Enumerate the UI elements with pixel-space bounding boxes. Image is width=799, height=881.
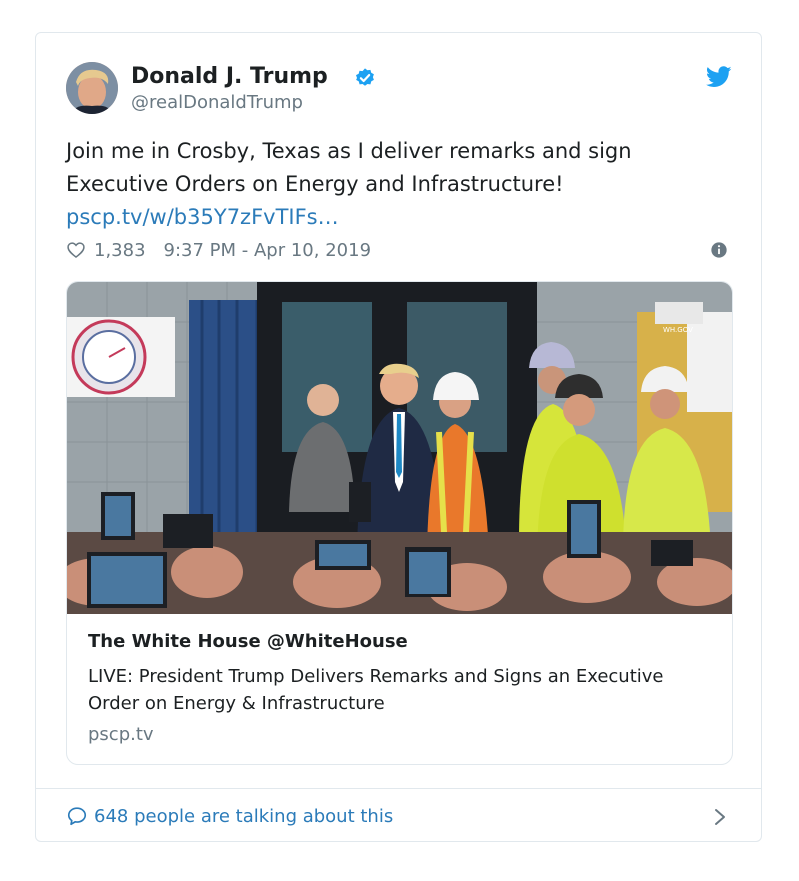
divider [36, 788, 761, 789]
conversation-link[interactable]: 648 people are talking about this [66, 803, 393, 829]
event-photo[interactable]: WH.GOV [67, 282, 732, 614]
talking-count[interactable]: 648 people are talking about this [94, 806, 393, 827]
twitter-bird-icon[interactable] [706, 66, 732, 88]
tweet-text-line-1: Join me in Crosby, Texas as I deliver re… [66, 139, 632, 163]
tweet-link[interactable]: pscp.tv/w/b35Y7zFvTIFs… [66, 201, 726, 234]
link-domain: pscp.tv [88, 724, 154, 745]
like-count[interactable]: 1,383 [94, 240, 146, 261]
verified-badge-icon [356, 68, 374, 86]
chevron-right-icon[interactable] [712, 806, 728, 828]
tweet-meta: 1,383 9:37 PM - Apr 10, 2019 [66, 238, 371, 262]
author-handle[interactable]: @realDonaldTrump [131, 92, 303, 113]
author-name[interactable]: Donald J. Trump [131, 64, 328, 89]
tweet-timestamp[interactable]: 9:37 PM - Apr 10, 2019 [164, 240, 371, 261]
tweet-text-line-2: Executive Orders on Energy and Infrastru… [66, 172, 564, 196]
avatar[interactable] [66, 62, 118, 114]
link-description: LIVE: President Trump Delivers Remarks a… [88, 666, 664, 714]
info-icon[interactable] [710, 241, 728, 259]
link-preview-card[interactable]: WH.GOV The White House @WhiteHouse LIVE:… [66, 281, 733, 765]
link-info[interactable]: The White House @WhiteHouse LIVE: Presid… [67, 614, 732, 764]
embedded-tweet-card: Donald J. Trump @realDonaldTrump Join me… [35, 32, 762, 842]
comment-bubble-icon [67, 807, 87, 826]
link-title: The White House @WhiteHouse [88, 631, 408, 652]
tweet-text: Join me in Crosby, Texas as I deliver re… [66, 135, 726, 234]
watermark: WH.GOV [663, 326, 693, 334]
heart-icon[interactable] [66, 240, 86, 260]
